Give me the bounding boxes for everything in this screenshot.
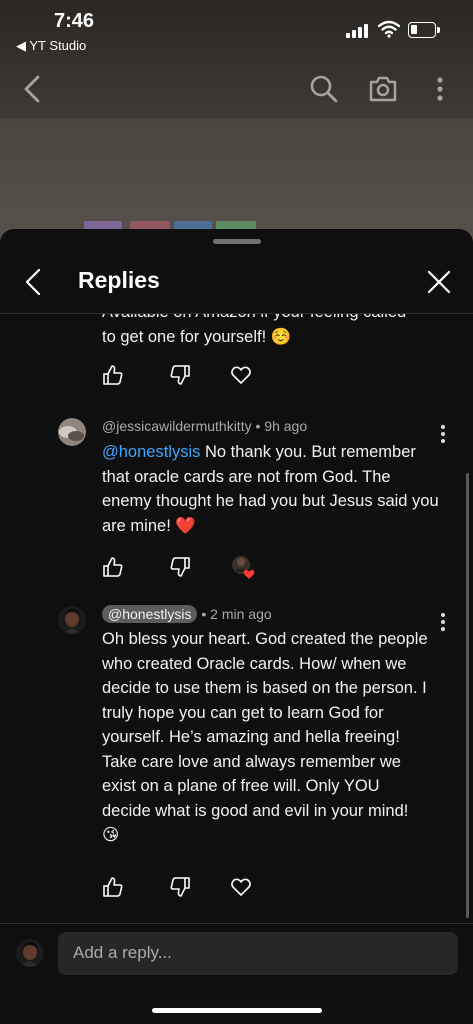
dislike-icon[interactable] [169,876,191,898]
back-arrow-icon[interactable] [18,74,48,104]
more-vert-icon[interactable] [437,613,449,633]
meta-separator: • [201,606,207,622]
previous-comment-text: Available on Amazon if your feeling call… [102,314,452,349]
reply-body: Oh bless your heart. God created the peo… [102,630,428,844]
previous-comment-actions [102,364,272,388]
home-indicator[interactable] [152,1008,322,1013]
sheet-title: Replies [78,267,160,293]
reply-time: 9h ago [264,418,308,434]
back-to-app-link[interactable]: ◀ YT Studio [16,38,86,54]
wifi-icon [378,20,400,38]
battery-icon [408,22,440,38]
replies-sheet: Replies Available on Amazon if your feel… [0,229,473,1024]
signal-icon [346,24,372,38]
creator-heart-icon[interactable] [230,554,256,580]
sheet-header: Replies [0,253,473,313]
like-icon[interactable] [102,876,124,898]
creator-avatar[interactable] [58,606,86,634]
like-icon[interactable] [102,364,124,386]
status-bar: 7:46 ◀ YT Studio [0,0,473,58]
replies-list[interactable]: Available on Amazon if your feeling call… [0,314,473,922]
add-reply-input[interactable]: Add a reply... [58,932,458,975]
scrollbar[interactable] [466,473,469,918]
reply-meta: @honestlysis • 2 min ago [102,605,272,623]
status-time: 7:46 [54,10,95,32]
heart-icon[interactable] [230,364,252,386]
previous-comment-line: to get one for yourself! ☺️ [102,327,292,346]
drag-handle[interactable] [213,239,261,244]
reply-time: 2 min ago [210,606,272,622]
back-icon[interactable] [20,267,48,297]
close-icon[interactable] [424,267,454,297]
reply-actions [102,556,272,580]
reply-actions [102,876,272,900]
reply-author[interactable]: @jessicawildermuthkitty [102,418,252,434]
more-vert-icon[interactable] [425,74,455,104]
reply-text: @honestlysis No thank you. But remember … [102,440,442,538]
previous-comment-cut-line: Available on Amazon if your feeling call… [102,314,452,325]
avatar[interactable] [58,418,86,446]
like-icon[interactable] [102,556,124,578]
camera-icon[interactable] [368,74,398,104]
video-top-nav [0,66,473,112]
mention-link[interactable]: @honestlysis [102,443,200,461]
heart-icon[interactable] [230,876,252,898]
meta-separator: • [255,418,261,434]
dislike-icon[interactable] [169,364,191,386]
search-icon[interactable] [309,74,339,104]
user-avatar [16,939,44,967]
dislike-icon[interactable] [169,556,191,578]
input-divider [0,923,473,924]
reply-meta: @jessicawildermuthkitty • 9h ago [102,418,307,434]
creator-author-chip[interactable]: @honestlysis [102,605,198,623]
